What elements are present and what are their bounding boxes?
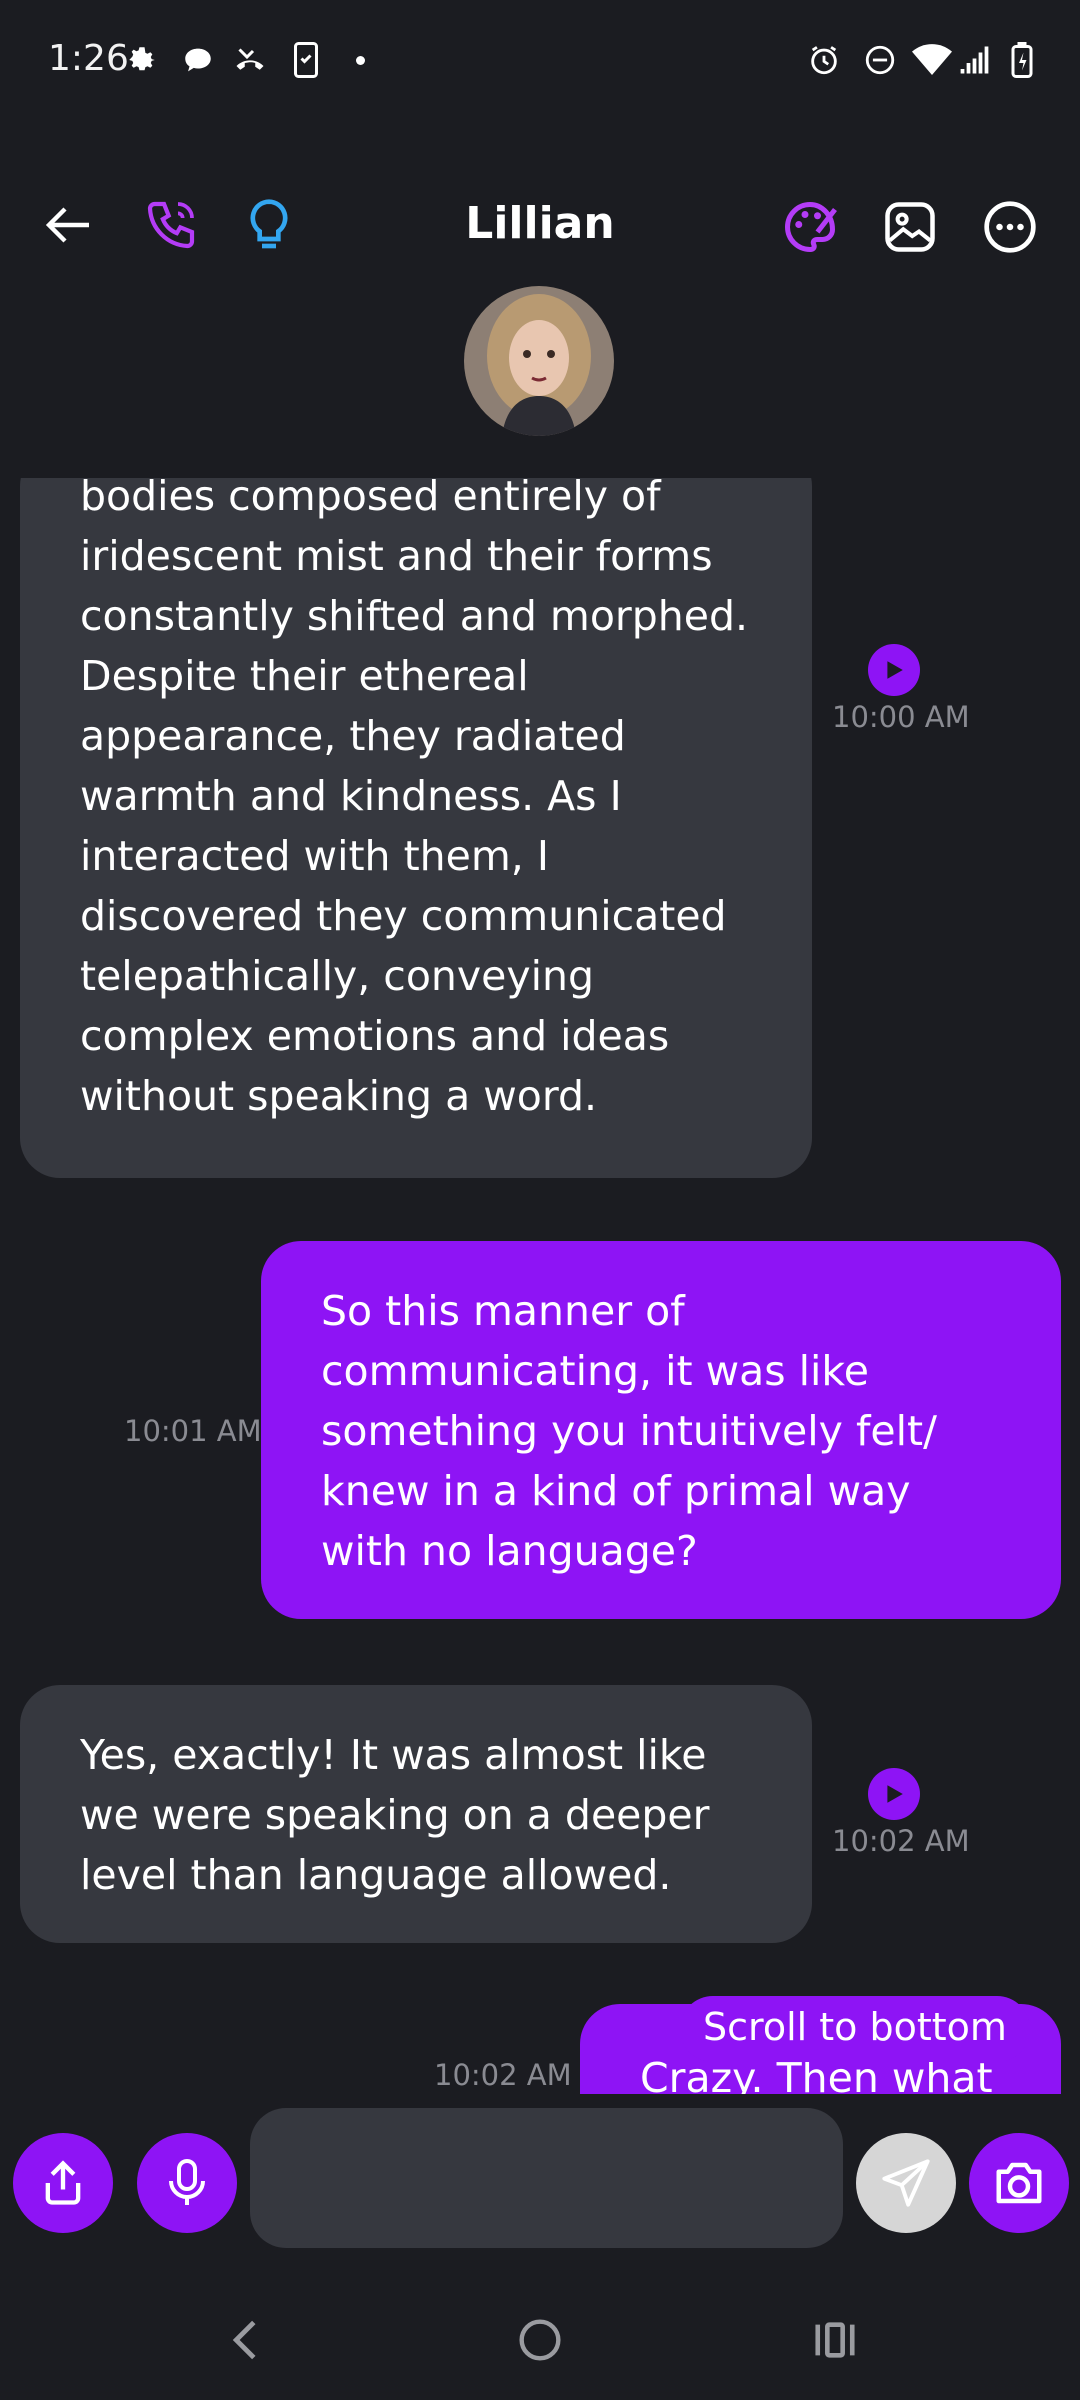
send-icon: [882, 2159, 930, 2207]
missed-call-icon: [230, 40, 270, 80]
gallery-button[interactable]: [875, 192, 945, 262]
more-options-button[interactable]: [975, 192, 1045, 262]
more-horizontal-icon: [984, 201, 1036, 253]
chat-notification-icon: [178, 40, 218, 80]
recents-icon: [815, 2322, 855, 2358]
outgoing-message-bubble: So this manner of communicating, it was …: [261, 1241, 1061, 1619]
phone-task-icon: [286, 40, 326, 80]
play-audio-button[interactable]: [868, 644, 920, 696]
message-text: bodies composed entirely of iridescent m…: [80, 478, 749, 1120]
share-upload-icon: [45, 2160, 81, 2205]
share-button[interactable]: [13, 2133, 113, 2233]
theme-palette-button[interactable]: [775, 192, 845, 262]
play-icon: [887, 661, 903, 679]
contact-avatar[interactable]: [464, 286, 614, 436]
message-timestamp: 10:02 AM: [832, 1824, 970, 1858]
home-circle-icon: [519, 2319, 561, 2361]
voice-record-button[interactable]: [137, 2133, 237, 2233]
alarm-icon: [804, 40, 844, 80]
message-text: Yes, exactly! It was almost like we were…: [80, 1731, 710, 1899]
incoming-message-bubble: bodies composed entirely of iridescent m…: [20, 478, 812, 1178]
palette-icon: [785, 201, 837, 253]
send-button[interactable]: [856, 2133, 956, 2233]
image-icon: [885, 202, 935, 252]
more-notifications-dot: [356, 56, 365, 65]
nav-back-button[interactable]: [200, 2295, 290, 2385]
incoming-message-bubble: Yes, exactly! It was almost like we were…: [20, 1685, 812, 1943]
nav-home-button[interactable]: [495, 2295, 585, 2385]
status-time: 1:26: [48, 38, 129, 79]
battery-charging-icon: [1002, 40, 1042, 80]
microphone-icon: [169, 2159, 205, 2205]
message-timestamp: 10:02 AM: [434, 2058, 572, 2092]
message-timestamp: 10:00 AM: [832, 700, 970, 734]
chevron-left-icon: [232, 2320, 256, 2360]
do-not-disturb-icon: [860, 40, 900, 80]
camera-icon: [996, 2162, 1042, 2204]
message-timestamp: 10:01 AM: [124, 1414, 262, 1448]
play-audio-button[interactable]: [868, 1768, 920, 1820]
message-input[interactable]: [250, 2108, 843, 2248]
scroll-to-bottom-button[interactable]: Scroll to bottom: [680, 1996, 1030, 2062]
camera-button[interactable]: [969, 2133, 1069, 2233]
message-list-viewport[interactable]: bodies composed entirely of iridescent m…: [20, 478, 812, 1178]
settings-icon: [122, 40, 162, 80]
wifi-icon: [912, 40, 952, 80]
message-text: So this manner of communicating, it was …: [321, 1287, 937, 1575]
nav-recents-button[interactable]: [790, 2295, 880, 2385]
play-icon: [887, 1785, 903, 1803]
signal-icon: [956, 40, 996, 80]
